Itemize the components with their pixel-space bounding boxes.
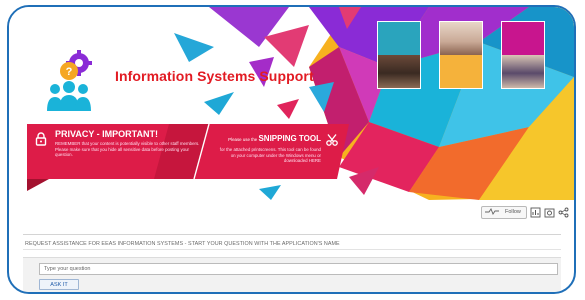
request-label: REQUEST ASSISTANCE FOR EEAS INFORMATION … <box>25 241 340 247</box>
privacy-title: PRIVACY - IMPORTANT! <box>55 129 158 139</box>
question-input[interactable] <box>39 263 558 275</box>
eye-photo-3 <box>501 21 545 89</box>
eye-photo-1 <box>377 21 421 89</box>
page-toolbar: Follow <box>481 205 569 219</box>
section-divider-2 <box>23 249 561 250</box>
scissors-icon <box>325 133 339 152</box>
question-form: ASK IT <box>23 257 561 292</box>
page-title: Information Systems Support <box>115 68 314 84</box>
eye-photo-2 <box>439 21 483 89</box>
privacy-text: REMEMBER that your content is potentiall… <box>55 141 200 158</box>
people-gear-question-icon: ? <box>41 49 97 113</box>
header-banner: ? Information Systems Support PRIVACY - … <box>9 7 574 200</box>
page-frame: ? Information Systems Support PRIVACY - … <box>7 5 576 294</box>
ask-it-button[interactable]: ASK IT <box>39 279 79 290</box>
activity-icon <box>485 207 499 217</box>
snipping-text: for the attached printscreens. This tool… <box>219 147 321 164</box>
reports-icon[interactable] <box>530 207 541 218</box>
snipping-title: SNIPPING TOOL <box>258 134 321 143</box>
lock-icon <box>35 132 47 151</box>
settings-icon[interactable] <box>544 207 555 218</box>
section-divider <box>23 234 561 235</box>
follow-label: Follow <box>505 209 521 215</box>
share-icon[interactable] <box>558 207 569 218</box>
follow-button[interactable]: Follow <box>481 205 527 219</box>
snipping-header: Please use the SNIPPING TOOL <box>221 134 321 143</box>
snipping-pre: Please use the <box>228 137 258 142</box>
svg-text:?: ? <box>66 66 73 78</box>
